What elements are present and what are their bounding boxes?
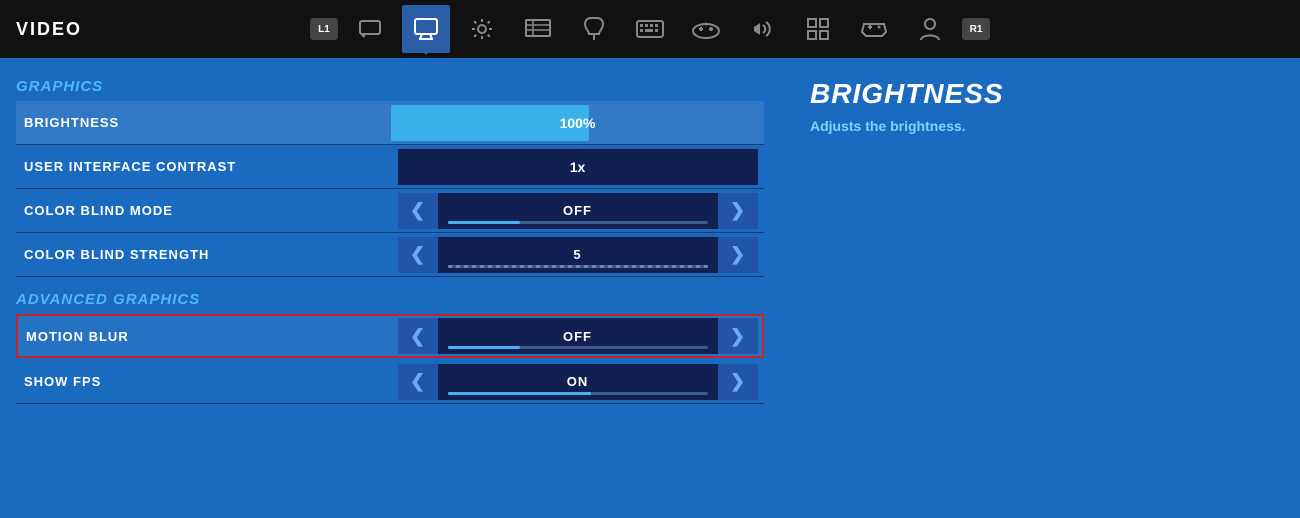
show-fps-row[interactable]: SHOW FPS ❮ ON ❯ — [16, 360, 764, 404]
main-content: GRAPHICS BRIGHTNESS 100% USER INTERFACE … — [0, 58, 1300, 518]
brightness-bar: 100% — [391, 105, 764, 141]
contrast-value-box: 1x — [398, 149, 758, 185]
color-blind-mode-value: OFF — [563, 203, 592, 218]
profile-nav-icon[interactable] — [906, 5, 954, 53]
color-blind-strength-value-box: 5 — [438, 237, 718, 273]
color-blind-mode-label: COLOR BLIND MODE — [16, 203, 391, 218]
brightness-label: BRIGHTNESS — [16, 115, 391, 130]
color-blind-mode-arrow-control: ❮ OFF ❯ — [398, 193, 758, 229]
ui-contrast-row[interactable]: USER INTERFACE CONTRAST 1x — [16, 145, 764, 189]
speaker-nav-icon[interactable] — [738, 5, 786, 53]
nav-icons: L1 — [310, 5, 990, 53]
show-fps-value-box: ON — [438, 364, 718, 400]
gear-nav-icon[interactable] — [458, 5, 506, 53]
ui-contrast-control: 1x — [391, 149, 764, 185]
brightness-value: 100% — [391, 115, 764, 131]
color-blind-mode-control: ❮ OFF ❯ — [391, 193, 764, 229]
touch-nav-icon[interactable] — [570, 5, 618, 53]
graphics-section-title: GRAPHICS — [16, 78, 764, 95]
color-blind-mode-row[interactable]: COLOR BLIND MODE ❮ OFF ❯ — [16, 189, 764, 233]
color-blind-mode-left-arrow[interactable]: ❮ — [398, 193, 438, 229]
motion-blur-value: OFF — [563, 329, 592, 344]
info-panel-description: Adjusts the brightness. — [810, 118, 1270, 134]
chat-nav-icon[interactable] — [346, 5, 394, 53]
info-panel-title: BRIGHTNESS — [810, 78, 1270, 110]
gamepad-nav-icon[interactable] — [682, 5, 730, 53]
color-blind-strength-row[interactable]: COLOR BLIND STRENGTH ❮ 5 ❯ — [16, 233, 764, 277]
motion-blur-value-box: OFF — [438, 318, 718, 354]
color-blind-strength-value: 5 — [573, 247, 581, 262]
controller-nav-icon[interactable] — [850, 5, 898, 53]
color-blind-mode-right-arrow[interactable]: ❯ — [718, 193, 758, 229]
show-fps-fill — [448, 392, 591, 395]
color-blind-strength-label: COLOR BLIND STRENGTH — [16, 247, 391, 262]
color-blind-strength-track — [448, 265, 708, 268]
nav-badge-r1: R1 — [962, 18, 990, 40]
show-fps-track — [448, 392, 708, 395]
color-blind-strength-fill — [448, 265, 708, 268]
page-title: VIDEO — [16, 19, 82, 40]
top-bar: VIDEO L1 — [0, 0, 1300, 58]
brightness-control: 100% — [391, 105, 764, 141]
show-fps-arrow-control: ❮ ON ❯ — [398, 364, 758, 400]
show-fps-control: ❮ ON ❯ — [391, 364, 764, 400]
left-panel: GRAPHICS BRIGHTNESS 100% USER INTERFACE … — [0, 58, 780, 518]
advanced-graphics-section-title: ADVANCED GRAPHICS — [16, 291, 764, 308]
display-nav-icon[interactable] — [514, 5, 562, 53]
motion-blur-fill — [448, 346, 521, 349]
motion-blur-control: ❮ OFF ❯ — [393, 318, 762, 354]
motion-blur-right-arrow[interactable]: ❯ — [718, 318, 758, 354]
right-panel: BRIGHTNESS Adjusts the brightness. — [780, 58, 1300, 518]
ui-contrast-label: USER INTERFACE CONTRAST — [16, 159, 391, 174]
grid-nav-icon[interactable] — [794, 5, 842, 53]
contrast-value: 1x — [398, 159, 758, 175]
color-blind-mode-value-box: OFF — [438, 193, 718, 229]
motion-blur-track — [448, 346, 708, 349]
motion-blur-left-arrow[interactable]: ❮ — [398, 318, 438, 354]
motion-blur-arrow-control: ❮ OFF ❯ — [398, 318, 758, 354]
motion-blur-label: MOTION BLUR — [18, 329, 393, 344]
show-fps-value: ON — [567, 374, 589, 389]
color-blind-strength-left-arrow[interactable]: ❮ — [398, 237, 438, 273]
color-blind-mode-track — [448, 221, 708, 224]
monitor-nav-icon[interactable] — [402, 5, 450, 53]
nav-badge-l1: L1 — [310, 18, 338, 40]
color-blind-mode-fill — [448, 221, 521, 224]
show-fps-right-arrow[interactable]: ❯ — [718, 364, 758, 400]
brightness-row[interactable]: BRIGHTNESS 100% — [16, 101, 764, 145]
color-blind-strength-right-arrow[interactable]: ❯ — [718, 237, 758, 273]
show-fps-label: SHOW FPS — [16, 374, 391, 389]
keyboard-nav-icon[interactable] — [626, 5, 674, 53]
show-fps-left-arrow[interactable]: ❮ — [398, 364, 438, 400]
motion-blur-row[interactable]: MOTION BLUR ❮ OFF ❯ — [16, 314, 764, 358]
color-blind-strength-control: ❮ 5 ❯ — [391, 237, 764, 273]
color-blind-strength-arrow-control: ❮ 5 ❯ — [398, 237, 758, 273]
